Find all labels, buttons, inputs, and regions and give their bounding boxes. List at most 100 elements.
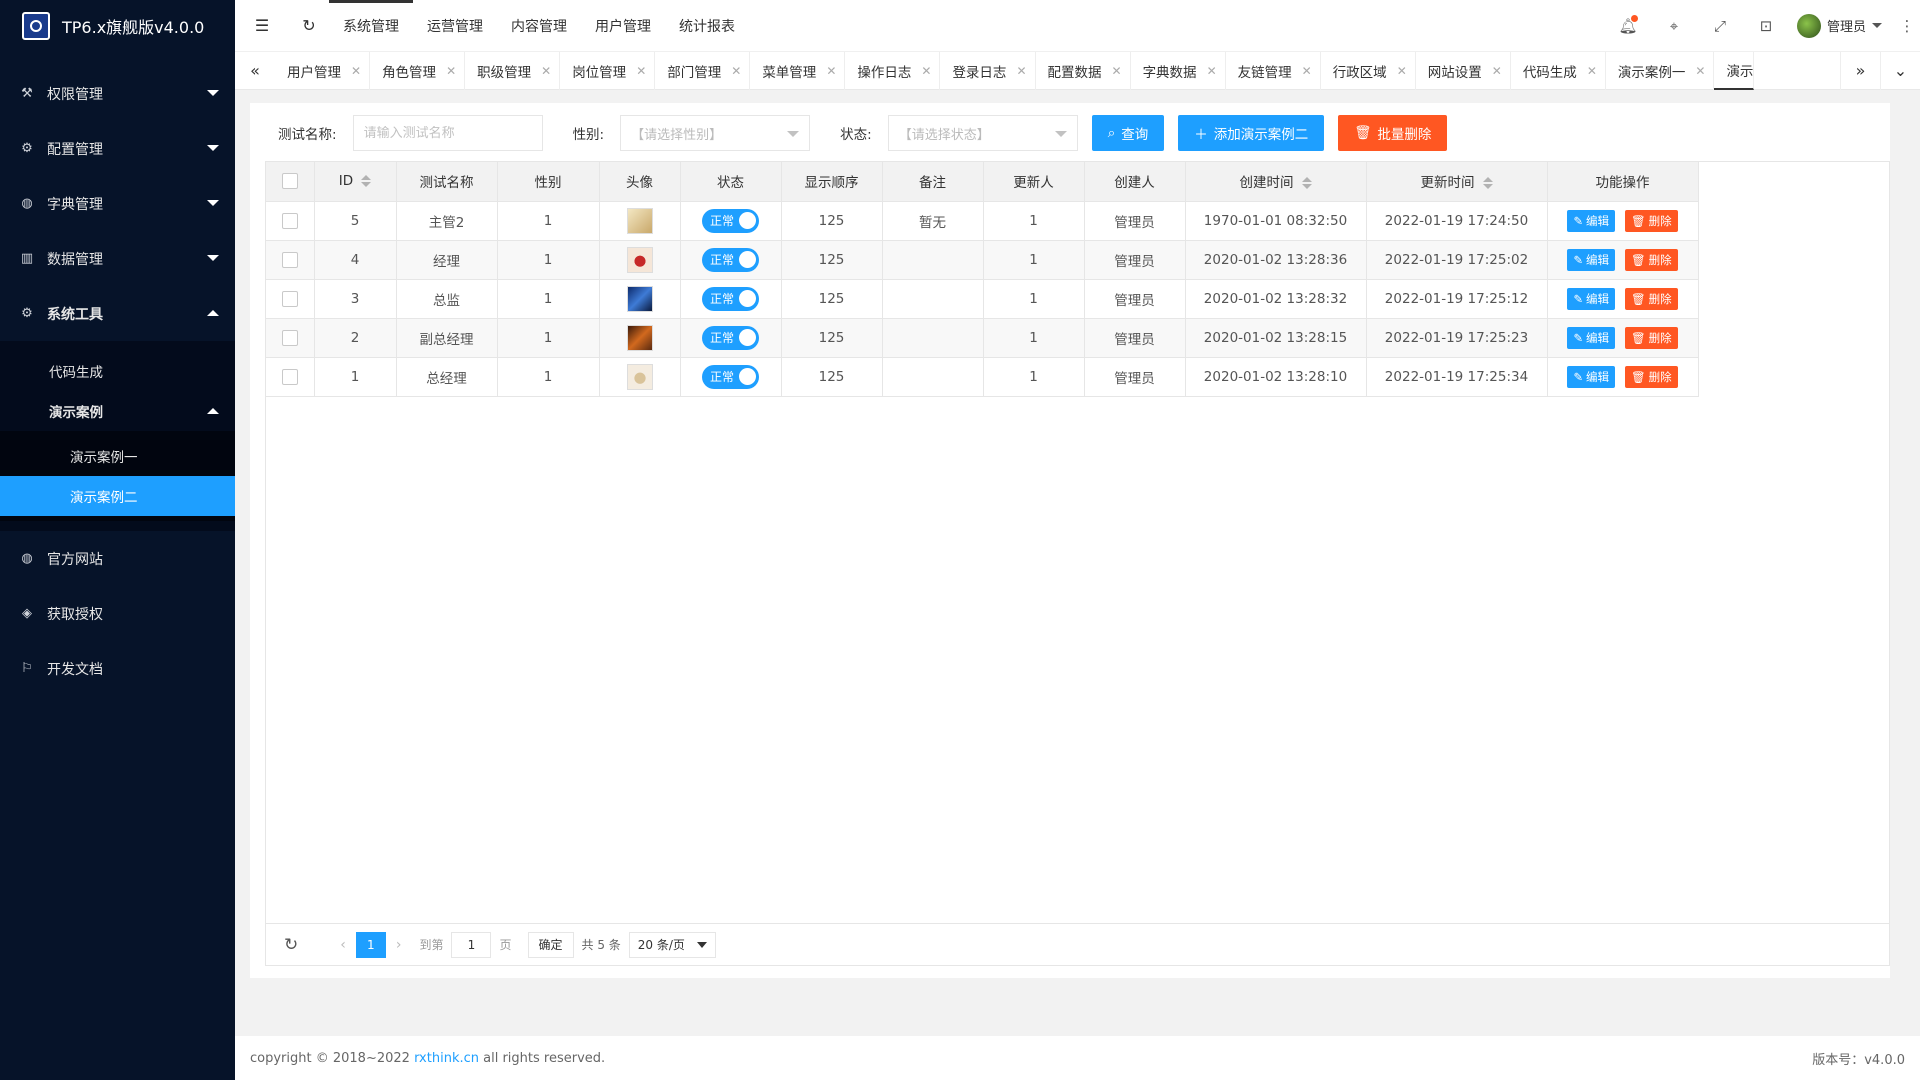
sidebar-item-permissions[interactable]: ⚒ 权限管理 — [0, 66, 235, 121]
sort-icon[interactable] — [1482, 177, 1493, 190]
prev-page-icon[interactable]: ‹ — [340, 937, 346, 953]
delete-button[interactable]: 🗑︎ 删除 — [1625, 326, 1678, 349]
close-icon[interactable]: ✕ — [351, 64, 361, 78]
edit-button[interactable]: ✎ 编辑 — [1567, 287, 1616, 310]
topnav-operations[interactable]: 运营管理 — [413, 0, 497, 52]
sidebar-item-website[interactable]: ◍ 官方网站 — [0, 531, 235, 586]
close-icon[interactable]: ✕ — [1492, 64, 1502, 78]
page-current[interactable]: 1 — [355, 931, 386, 958]
tabs-scroll-right-icon[interactable]: » — [1840, 51, 1880, 90]
status-toggle[interactable]: 正常 — [702, 325, 759, 350]
tab-links[interactable]: 友链管理 ✕ — [1226, 51, 1321, 90]
bell-icon[interactable]: 🔔︎ — [1605, 0, 1651, 52]
status-toggle[interactable]: 正常 — [702, 208, 759, 233]
avatar-thumbnail[interactable] — [626, 207, 653, 234]
sidebar-item-tools[interactable]: ⚙ 系统工具 — [0, 286, 235, 341]
page-size-select[interactable]: 20 条/页 — [628, 931, 716, 958]
close-icon[interactable]: ✕ — [1016, 64, 1026, 78]
close-icon[interactable]: ✕ — [636, 64, 646, 78]
status-select[interactable]: 【请选择状态】 — [887, 115, 1078, 151]
sidebar-item-docs[interactable]: ⚐ 开发文档 — [0, 641, 235, 696]
tab-site[interactable]: 网站设置 ✕ — [1416, 51, 1511, 90]
edit-button[interactable]: ✎ 编辑 — [1567, 365, 1616, 388]
tab-region[interactable]: 行政区域 ✕ — [1321, 51, 1416, 90]
tab-dept[interactable]: 部门管理 ✕ — [655, 51, 751, 90]
edit-button[interactable]: ✎ 编辑 — [1567, 248, 1616, 271]
close-icon[interactable]: ✕ — [1302, 64, 1312, 78]
tab-dictdata[interactable]: 字典数据 ✕ — [1131, 51, 1226, 90]
status-toggle[interactable]: 正常 — [702, 364, 759, 389]
next-page-icon[interactable]: › — [396, 937, 402, 953]
sidebar-item-demo[interactable]: 演示案例 — [0, 391, 235, 431]
topnav-stats[interactable]: 统计报表 — [665, 0, 749, 52]
row-checkbox[interactable] — [281, 329, 298, 346]
close-icon[interactable]: ✕ — [1112, 64, 1122, 78]
close-icon[interactable]: ✕ — [541, 64, 551, 78]
close-icon[interactable]: ✕ — [731, 64, 741, 78]
tab-configdata[interactable]: 配置数据 ✕ — [1036, 51, 1131, 90]
menu-toggle-icon[interactable]: ☰ — [235, 0, 289, 52]
topnav-users[interactable]: 用户管理 — [581, 0, 665, 52]
status-toggle[interactable]: 正常 — [702, 286, 759, 311]
avatar-thumbnail[interactable] — [626, 363, 653, 390]
fullscreen-icon[interactable]: ⤢ — [1697, 0, 1743, 52]
tab-codegen[interactable]: 代码生成 ✕ — [1511, 51, 1606, 90]
close-icon[interactable]: ✕ — [1695, 64, 1705, 78]
sidebar-item-config[interactable]: ⚙ 配置管理 — [0, 121, 235, 176]
select-all-checkbox[interactable] — [281, 173, 298, 190]
batch-delete-button[interactable]: 🗑︎ 批量删除 — [1338, 115, 1448, 151]
sidebar-item-dict[interactable]: ◍ 字典管理 — [0, 176, 235, 231]
tab-user[interactable]: 用户管理 ✕ — [275, 51, 371, 90]
name-input[interactable] — [363, 125, 542, 141]
query-button[interactable]: ⌕ 查询 — [1091, 115, 1165, 151]
sidebar-item-license[interactable]: ◈ 获取授权 — [0, 586, 235, 641]
close-icon[interactable]: ✕ — [921, 64, 931, 78]
avatar-thumbnail[interactable] — [626, 285, 653, 312]
more-vertical-icon[interactable]: ⋮ — [1894, 0, 1920, 52]
close-icon[interactable]: ✕ — [446, 64, 456, 78]
user-menu[interactable]: 管理员 — [1789, 13, 1894, 38]
avatar-thumbnail[interactable] — [626, 246, 653, 273]
tab-position[interactable]: 岗位管理 ✕ — [560, 51, 656, 90]
close-icon[interactable]: ✕ — [1587, 64, 1597, 78]
tag-icon[interactable]: ⌖ — [1651, 0, 1697, 52]
close-icon[interactable]: ✕ — [826, 64, 836, 78]
edit-button[interactable]: ✎ 编辑 — [1567, 326, 1616, 349]
row-checkbox[interactable] — [281, 290, 298, 307]
row-checkbox[interactable] — [281, 251, 298, 268]
goto-confirm-button[interactable]: 确定 — [527, 931, 574, 958]
close-icon[interactable]: ✕ — [1397, 64, 1407, 78]
tab-role[interactable]: 角色管理 ✕ — [370, 51, 466, 90]
delete-button[interactable]: 🗑︎ 删除 — [1625, 365, 1678, 388]
col-id[interactable]: ID — [314, 162, 397, 202]
tab-demo-one[interactable]: 演示案例一 ✕ — [1606, 51, 1715, 90]
sidebar-item-demo-one[interactable]: 演示案例一 — [0, 436, 235, 476]
sidebar-item-codegen[interactable]: 代码生成 — [0, 351, 235, 391]
status-toggle[interactable]: 正常 — [702, 247, 759, 272]
sort-icon[interactable] — [361, 175, 372, 188]
delete-button[interactable]: 🗑︎ 删除 — [1625, 248, 1678, 271]
edit-button[interactable]: ✎ 编辑 — [1567, 209, 1616, 232]
lock-icon[interactable]: ⊡ — [1743, 0, 1789, 52]
refresh-icon[interactable]: ↻ — [284, 935, 298, 955]
tab-loginlog[interactable]: 登录日志 ✕ — [940, 51, 1036, 90]
tabs-scroll-left-icon[interactable]: « — [235, 52, 275, 90]
tab-level[interactable]: 职级管理 ✕ — [465, 51, 561, 90]
footer-link[interactable]: rxthink.cn — [414, 1051, 479, 1066]
sidebar-item-data[interactable]: ▥ 数据管理 — [0, 231, 235, 286]
tabs-dropdown-icon[interactable]: ⌄ — [1880, 51, 1920, 90]
row-checkbox[interactable] — [281, 212, 298, 229]
delete-button[interactable]: 🗑︎ 删除 — [1625, 209, 1678, 232]
add-button[interactable]: ＋ 添加演示案例二 — [1178, 115, 1325, 151]
close-icon[interactable]: ✕ — [1207, 64, 1217, 78]
col-updated[interactable]: 更新时间 — [1366, 162, 1548, 202]
tab-menu[interactable]: 菜单管理 ✕ — [750, 51, 846, 90]
tab-oplog[interactable]: 操作日志 ✕ — [845, 51, 941, 90]
topnav-content[interactable]: 内容管理 — [497, 0, 581, 52]
topnav-system[interactable]: 系统管理 — [329, 0, 413, 52]
avatar-thumbnail[interactable] — [626, 324, 653, 351]
delete-button[interactable]: 🗑︎ 删除 — [1625, 287, 1678, 310]
row-checkbox[interactable] — [281, 368, 298, 385]
logo[interactable]: TP6.x旗舰版v4.0.0 — [0, 0, 235, 52]
goto-page-input[interactable]: 1 — [451, 931, 492, 958]
